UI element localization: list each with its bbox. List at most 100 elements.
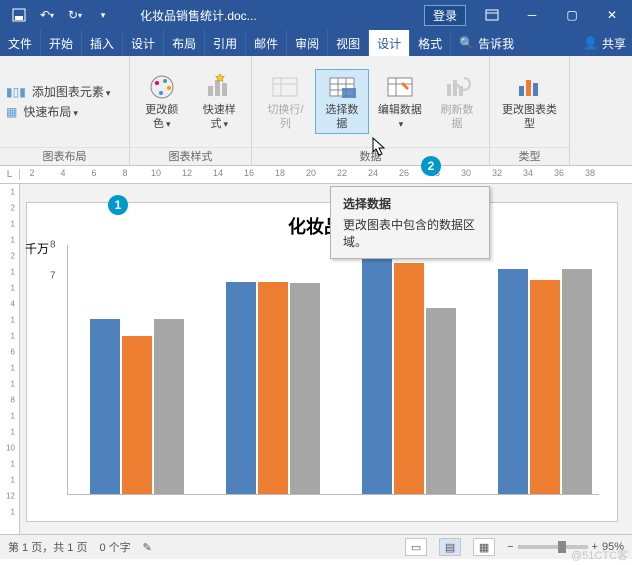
- read-mode-button[interactable]: ▭: [405, 538, 427, 556]
- refresh-icon: [440, 72, 474, 102]
- bar: [154, 319, 184, 494]
- print-layout-button[interactable]: ▤: [439, 538, 461, 556]
- select-data-tooltip: 选择数据 更改图表中包含的数据区域。: [330, 186, 490, 259]
- close-icon[interactable]: ✕: [592, 2, 632, 28]
- redo-icon[interactable]: ↻▾: [62, 2, 88, 28]
- chart-style-icon: [202, 72, 236, 102]
- horizontal-ruler: L 2468101214161820222426283032343638: [0, 166, 632, 184]
- tab-home[interactable]: 开始: [41, 30, 82, 56]
- ruler-tick: 12: [182, 168, 192, 178]
- minimize-icon[interactable]: ─: [512, 2, 552, 28]
- switch-row-col-button: 切换行/列: [258, 70, 313, 132]
- quick-style-button[interactable]: 快速样式: [194, 70, 246, 132]
- vruler-tick: 4: [11, 300, 15, 309]
- vruler-tick: 1: [11, 380, 15, 389]
- tab-layout[interactable]: 布局: [164, 30, 205, 56]
- ribbon-tabs: 文件 开始 插入 设计 布局 引用 邮件 审阅 视图 设计 格式 🔍 告诉我 👤…: [0, 30, 632, 56]
- save-icon[interactable]: [6, 2, 32, 28]
- tab-format[interactable]: 格式: [410, 30, 451, 56]
- vruler-tick: 1: [11, 220, 15, 229]
- ruler-tick: 22: [337, 168, 347, 178]
- ruler-tick: 36: [554, 168, 564, 178]
- bar-chart-icon: ▮▯▮: [6, 85, 26, 99]
- layout-icon: ▦: [6, 105, 17, 119]
- ruler-tick: 6: [91, 168, 96, 178]
- select-data-button[interactable]: 选择数据: [315, 69, 369, 133]
- bar: [498, 269, 528, 494]
- vruler-tick: 1: [11, 460, 15, 469]
- tab-review[interactable]: 审阅: [287, 30, 328, 56]
- bar-group: [362, 258, 456, 494]
- tab-chart-design[interactable]: 设计: [369, 30, 410, 56]
- bar: [562, 269, 592, 494]
- tab-references[interactable]: 引用: [205, 30, 246, 56]
- tooltip-title: 选择数据: [343, 195, 477, 212]
- qat-more-icon[interactable]: ▾: [90, 2, 116, 28]
- ruler-tick: 32: [492, 168, 502, 178]
- page-indicator[interactable]: 第 1 页，共 1 页: [8, 539, 87, 555]
- zoom-out-button[interactable]: −: [507, 541, 513, 553]
- title-bar: ↶▾ ↻▾ ▾ 化妆品销售统计.doc... 登录 ─ ▢ ✕: [0, 0, 632, 30]
- tab-mailings[interactable]: 邮件: [246, 30, 287, 56]
- switch-icon: [268, 72, 302, 102]
- annotation-badge-2: 2: [421, 156, 441, 176]
- tab-insert[interactable]: 插入: [82, 30, 123, 56]
- login-button[interactable]: 登录: [424, 5, 466, 26]
- vruler-tick: 1: [11, 284, 15, 293]
- status-bar: 第 1 页，共 1 页 0 个字 ✎ ▭ ▤ ▦ − + 95%: [0, 534, 632, 559]
- add-chart-element-label: 添加图表元素: [32, 83, 111, 100]
- mouse-cursor-icon: [372, 137, 388, 157]
- vruler-tick: 1: [11, 188, 15, 197]
- undo-icon[interactable]: ↶▾: [34, 2, 60, 28]
- ruler-tick: 10: [151, 168, 161, 178]
- vruler-tick: 1: [11, 364, 15, 373]
- proofing-icon[interactable]: ✎: [143, 541, 152, 554]
- refresh-data-label: 刷新数据: [437, 104, 477, 130]
- y-tick: 7: [50, 271, 56, 282]
- share-label: 共享: [602, 35, 626, 52]
- vruler-tick: 6: [11, 348, 15, 357]
- edit-data-label: 编辑数据: [377, 104, 423, 130]
- ruler-tick: 30: [461, 168, 471, 178]
- annotation-badge-1: 1: [108, 195, 128, 215]
- change-colors-button[interactable]: 更改颜色: [136, 70, 188, 132]
- document-title: 化妆品销售统计.doc...: [116, 7, 424, 24]
- web-layout-button[interactable]: ▦: [473, 538, 495, 556]
- select-data-icon: [325, 72, 359, 102]
- ruler-tick: 38: [585, 168, 595, 178]
- palette-icon: [145, 72, 179, 102]
- quick-layout-label: 快速布局: [23, 103, 78, 120]
- change-chart-type-label: 更改图表类型: [502, 104, 557, 130]
- group-chart-layout: 图表布局: [0, 147, 129, 165]
- tab-view[interactable]: 视图: [328, 30, 369, 56]
- add-chart-element-button[interactable]: ▮▯▮ 添加图表元素: [6, 83, 110, 100]
- ruler-tick: 34: [523, 168, 533, 178]
- y-axis-label: 千万: [25, 243, 49, 256]
- chart-title: 化妆品±: [41, 213, 599, 239]
- group-type: 类型: [490, 147, 569, 165]
- ribbon-options-icon[interactable]: [472, 2, 512, 28]
- chart-plot-area: 78: [67, 245, 599, 495]
- word-count[interactable]: 0 个字: [99, 539, 130, 555]
- edit-data-button[interactable]: 编辑数据: [371, 70, 429, 132]
- y-tick: 8: [50, 240, 56, 251]
- ruler-tick: 26: [399, 168, 409, 178]
- bar: [394, 263, 424, 494]
- tab-file[interactable]: 文件: [0, 30, 41, 56]
- maximize-icon[interactable]: ▢: [552, 2, 592, 28]
- share-button[interactable]: 👤 共享: [577, 30, 632, 56]
- ruler-tick: 20: [306, 168, 316, 178]
- tell-me-search[interactable]: 🔍 告诉我: [453, 30, 520, 56]
- vruler-tick: 1: [11, 428, 15, 437]
- vruler-tick: 1: [11, 508, 15, 517]
- vruler-tick: 1: [11, 236, 15, 245]
- chart-object[interactable]: 化妆品± 千万 78: [26, 202, 618, 522]
- bar: [426, 308, 456, 494]
- ruler-tick: 16: [244, 168, 254, 178]
- tell-me-label: 告诉我: [478, 35, 514, 52]
- tab-design[interactable]: 设计: [123, 30, 164, 56]
- quick-layout-button[interactable]: ▦ 快速布局: [6, 103, 110, 120]
- change-chart-type-button[interactable]: 更改图表类型: [496, 70, 563, 132]
- vruler-tick: 10: [6, 444, 15, 453]
- bar: [362, 258, 392, 494]
